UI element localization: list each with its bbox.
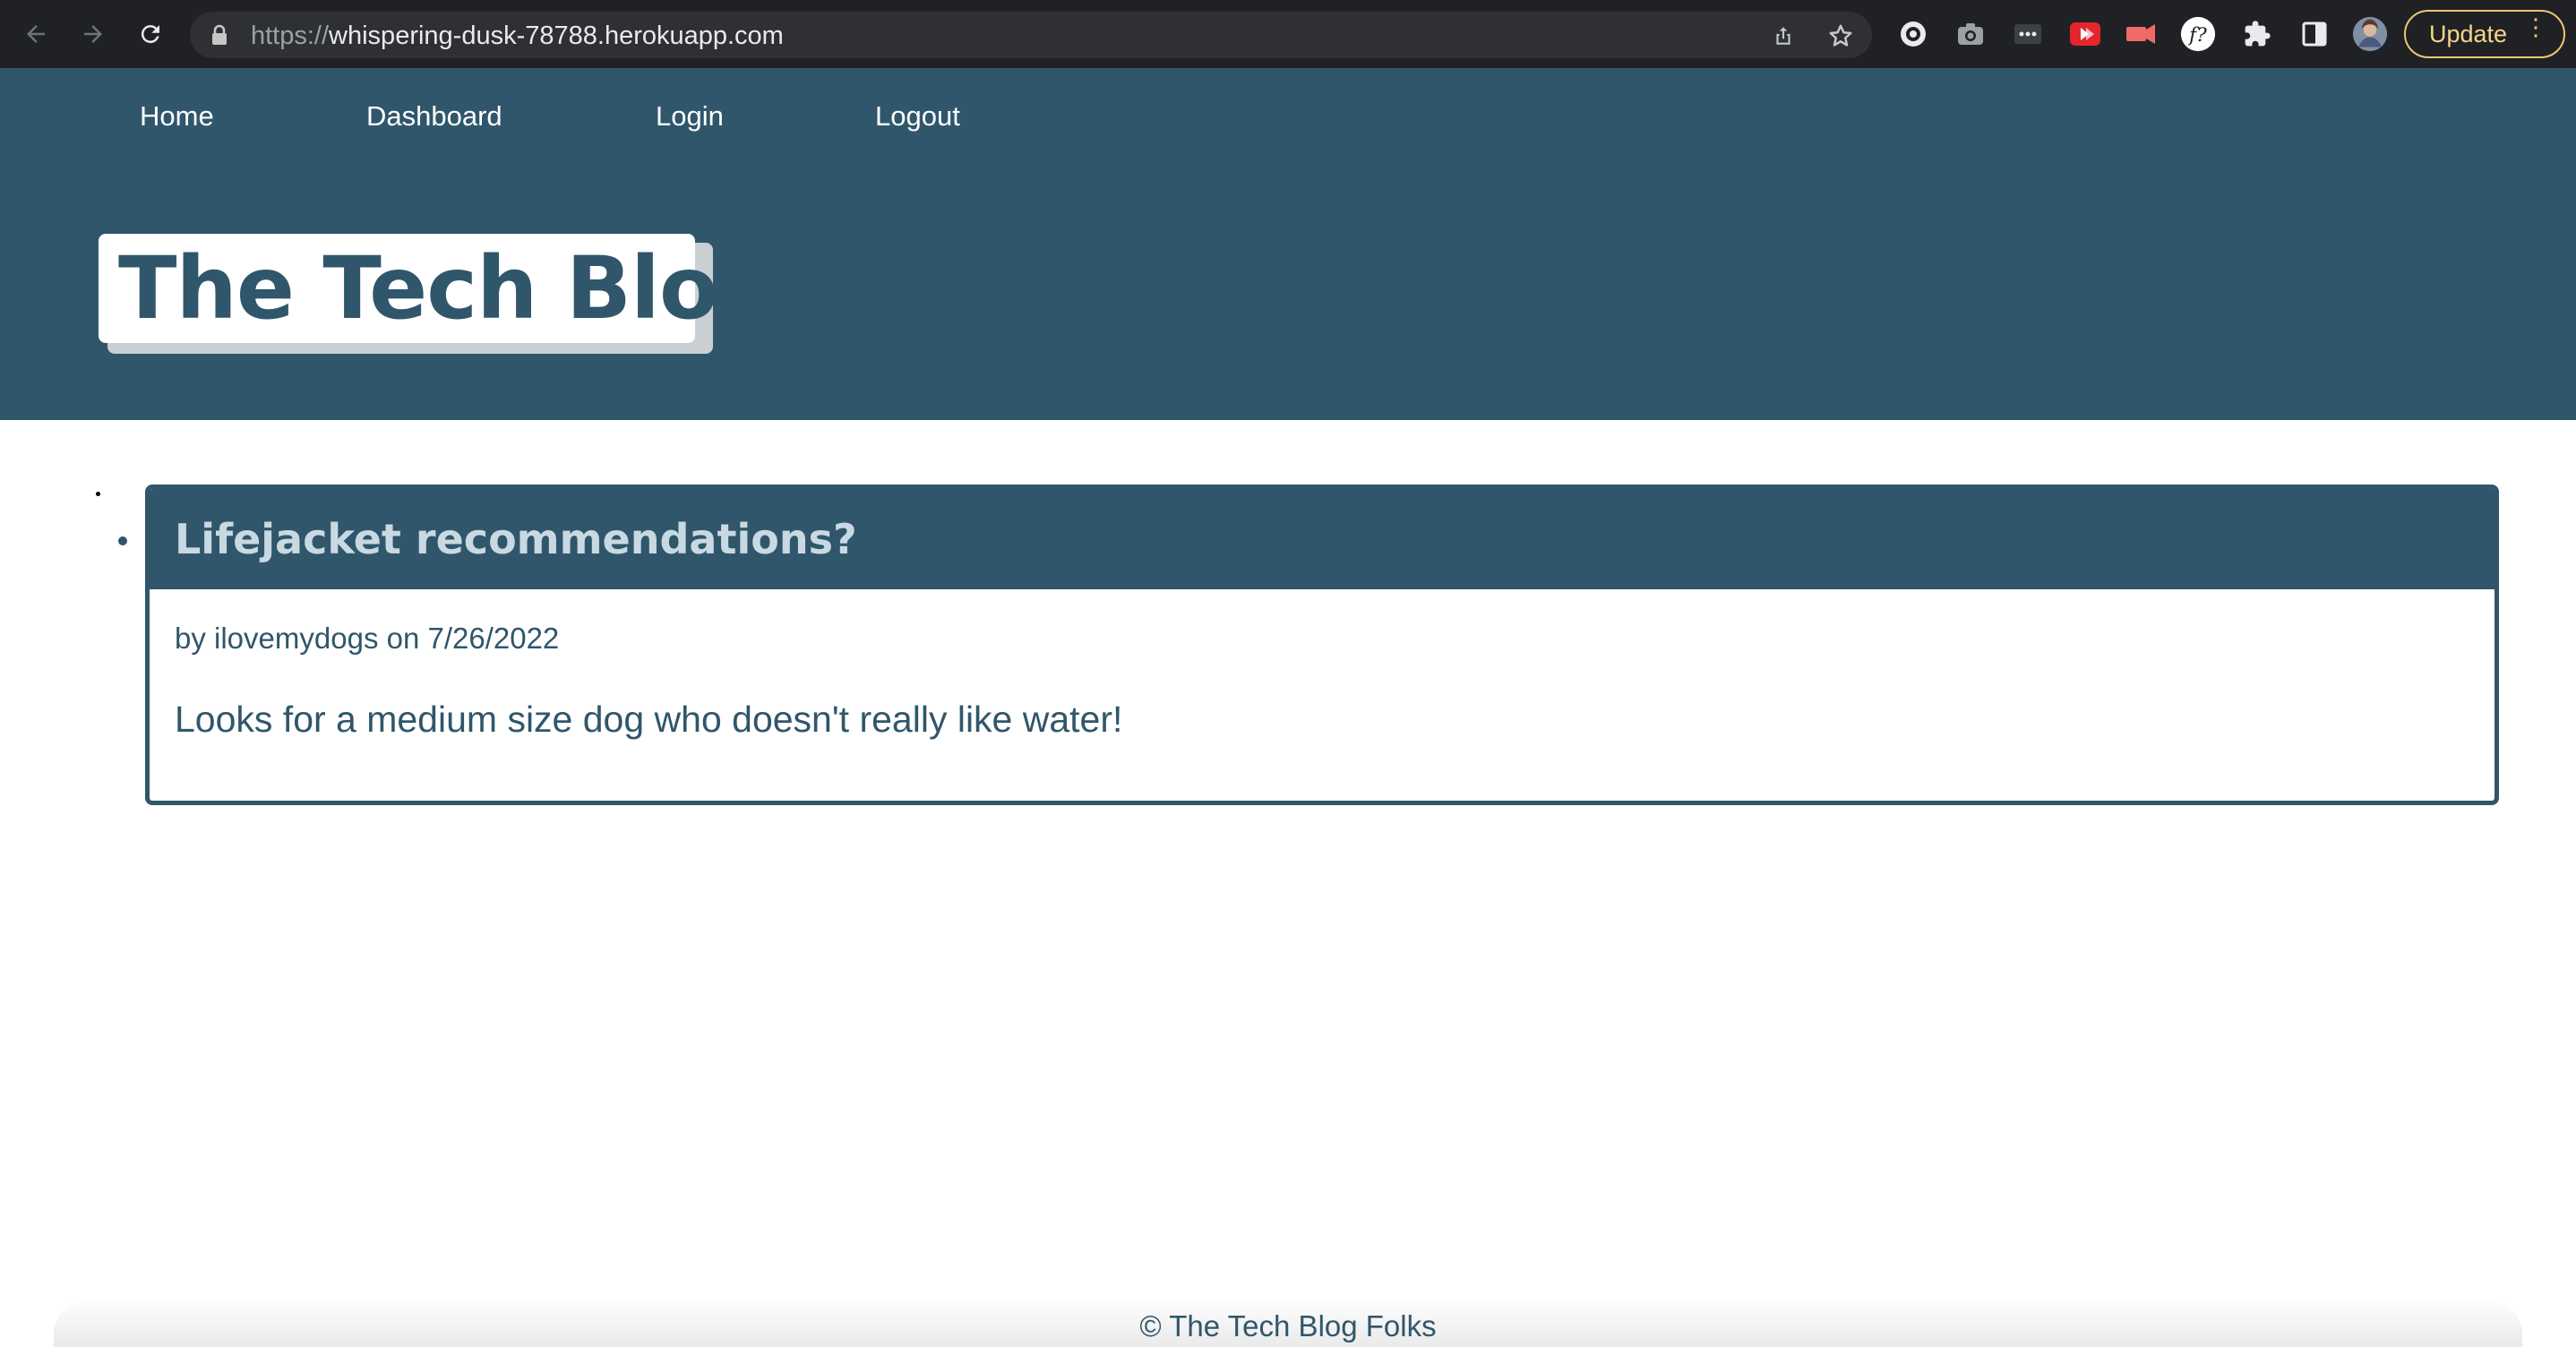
more-menu-icon[interactable]: ⋮ <box>2524 15 2547 39</box>
video-extension-icon[interactable] <box>2123 16 2159 52</box>
reload-icon[interactable] <box>133 16 168 52</box>
sidebar-icon[interactable] <box>2297 16 2332 52</box>
avatar[interactable] <box>2352 16 2388 52</box>
browser-toolbar: https://whispering-dusk-78788.herokuapp.… <box>0 0 2576 68</box>
post-card[interactable]: Lifejacket recommendations? by ilovemydo… <box>145 485 2499 805</box>
svg-text:f?: f? <box>2187 24 2207 47</box>
nav-link-home[interactable]: Home <box>140 100 214 133</box>
address-bar[interactable]: https://whispering-dusk-78788.herokuapp.… <box>190 12 1872 58</box>
post-header: Lifejacket recommendations? <box>150 489 2494 589</box>
youtube-icon[interactable] <box>2067 16 2103 52</box>
update-button[interactable]: Update ⋮ <box>2404 10 2565 58</box>
nav-link-login[interactable]: Login <box>656 100 724 133</box>
url-text[interactable]: https://whispering-dusk-78788.herokuapp.… <box>251 21 784 51</box>
title-box: The Tech Blog <box>99 234 779 343</box>
extension-icon[interactable] <box>1895 16 1931 52</box>
post-body: Looks for a medium size dog who doesn't … <box>175 699 1123 740</box>
list-bullet <box>118 536 127 545</box>
site-header: Home Dashboard Login Logout The Tech Blo… <box>0 68 2576 420</box>
share-icon[interactable] <box>1770 22 1797 49</box>
post-meta: by ilovemydogs on 7/26/2022 <box>175 622 560 655</box>
camera-icon[interactable] <box>1953 16 1988 52</box>
star-icon[interactable] <box>1827 22 1854 49</box>
site-title[interactable]: The Tech Blog <box>118 245 779 331</box>
nav-link-dashboard[interactable]: Dashboard <box>366 100 502 133</box>
nav-link-logout[interactable]: Logout <box>875 100 960 133</box>
site-footer: © The Tech Blog Folks <box>1139 1309 1437 1343</box>
post-title[interactable]: Lifejacket recommendations? <box>175 515 857 563</box>
site-nav: Home Dashboard Login Logout <box>0 100 1075 145</box>
puzzle-icon[interactable] <box>2239 16 2275 52</box>
font-extension-icon[interactable]: f? <box>2180 16 2216 52</box>
dots-extension-icon[interactable] <box>2010 16 2046 52</box>
forward-arrow-icon[interactable] <box>75 16 111 52</box>
back-arrow-icon[interactable] <box>18 16 54 52</box>
lock-icon[interactable] <box>210 24 229 49</box>
site-title-badge: The Tech Blog <box>99 234 779 354</box>
